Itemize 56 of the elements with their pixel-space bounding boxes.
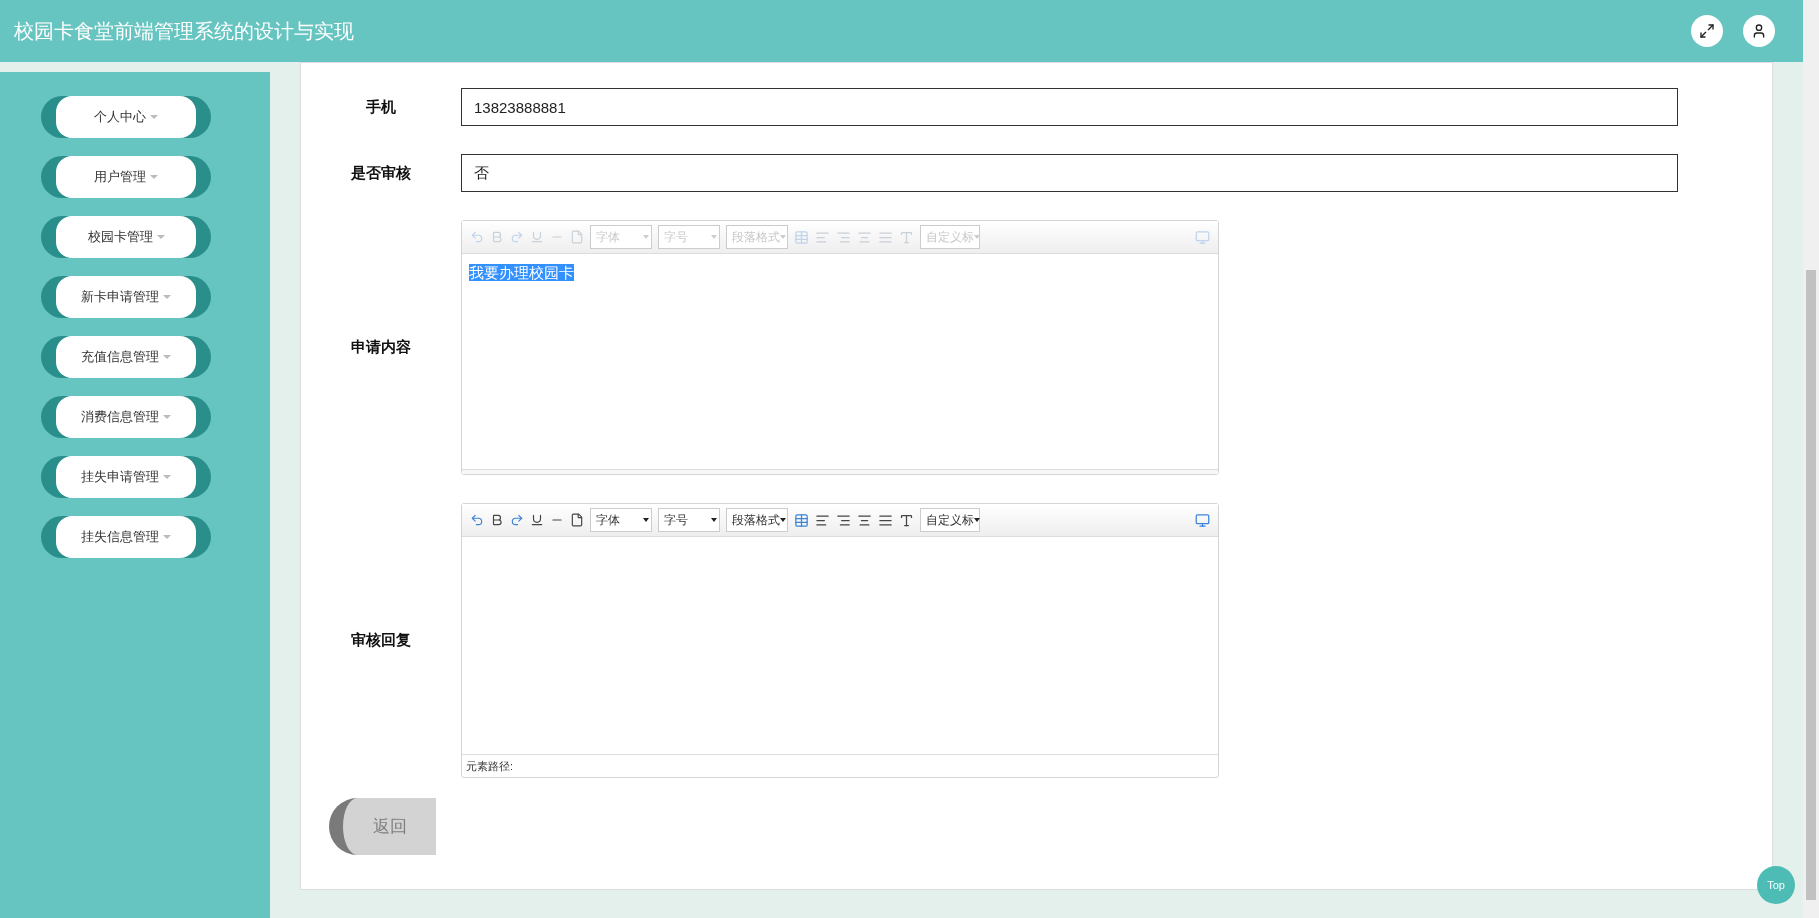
sidebar-item[interactable]: 新卡申请管理: [41, 276, 211, 318]
field-label: 申请内容: [350, 337, 412, 358]
caret-icon: [643, 235, 649, 239]
table-icon[interactable]: [794, 512, 809, 528]
caret-icon: [150, 115, 158, 119]
caret-icon: [643, 518, 649, 522]
caret-icon: [780, 235, 786, 239]
toolbar-select[interactable]: 字体: [590, 508, 652, 532]
sidebar-item[interactable]: 挂失信息管理: [41, 516, 211, 558]
underline-icon[interactable]: [530, 513, 544, 527]
caret-icon: [974, 518, 980, 522]
sidebar-item[interactable]: 消费信息管理: [41, 396, 211, 438]
undo-icon[interactable]: [470, 513, 484, 527]
align-center-icon[interactable]: [857, 512, 872, 528]
user-button[interactable]: [1743, 15, 1775, 47]
caret-icon: [150, 175, 158, 179]
bold-icon[interactable]: [490, 513, 504, 527]
align-left-icon[interactable]: [815, 512, 830, 528]
caret-icon: [163, 415, 171, 419]
caret-icon: [163, 295, 171, 299]
align-justify-icon[interactable]: [878, 512, 893, 528]
sidebar-item[interactable]: 用户管理: [41, 156, 211, 198]
input-field[interactable]: 13823888881: [461, 88, 1678, 126]
editor-text: 我要办理校园卡: [469, 264, 574, 281]
fullscreen-icon: [1699, 23, 1715, 39]
align-right-icon[interactable]: [836, 512, 851, 528]
toolbar-select[interactable]: 段落格式: [726, 508, 788, 532]
app-title: 校园卡食堂前端管理系统的设计与实现: [14, 19, 354, 44]
caret-icon: [711, 235, 717, 239]
caret-icon: [163, 355, 171, 359]
toolbar-select[interactable]: 自定义标: [920, 508, 980, 532]
fullscreen-button[interactable]: [1691, 15, 1723, 47]
input-field[interactable]: 否: [461, 154, 1678, 192]
toolbar-select[interactable]: 字号: [658, 508, 720, 532]
font-color-icon[interactable]: [899, 512, 914, 528]
sidebar-item[interactable]: 个人中心: [41, 96, 211, 138]
rich-text-editor[interactable]: 字体 字号 段落格式 自定义标 元素路径:: [461, 503, 1219, 778]
sidebar-item[interactable]: 挂失申请管理: [41, 456, 211, 498]
element-path-label: 元素路径:: [466, 758, 514, 774]
field-label: 是否审核: [350, 162, 412, 183]
scrollbar-thumb[interactable]: [1806, 270, 1816, 900]
field-label: 手机: [365, 96, 397, 117]
caret-icon: [163, 535, 171, 539]
caret-icon: [156, 235, 165, 239]
caret-icon: [711, 518, 717, 522]
field-label: 审核回复: [350, 630, 412, 651]
monitor-icon[interactable]: [1195, 512, 1210, 528]
caret-icon: [974, 235, 980, 239]
page-icon[interactable]: [570, 513, 584, 527]
caret-icon: [780, 518, 786, 522]
redo-icon[interactable]: [510, 513, 524, 527]
scrollbar[interactable]: [1803, 0, 1819, 918]
caret-icon: [163, 475, 171, 479]
sidebar-item[interactable]: 充值信息管理: [41, 336, 211, 378]
sidebar-item[interactable]: 校园卡管理: [41, 216, 211, 258]
user-icon: [1751, 23, 1767, 39]
